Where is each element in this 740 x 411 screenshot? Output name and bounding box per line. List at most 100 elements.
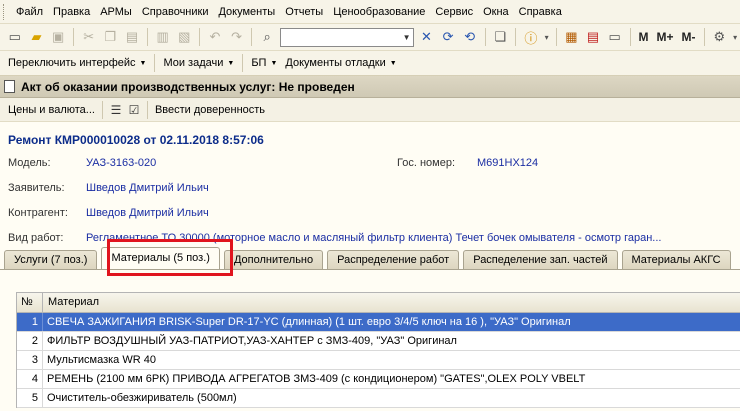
debug-documents-menu[interactable]: Документы отладки ▼ <box>281 57 400 69</box>
new-doc-icon[interactable]: ▭ <box>5 27 25 47</box>
search-dropdown-icon[interactable]: ▼ <box>401 33 413 42</box>
toolbar-separator <box>199 28 201 46</box>
debug-documents-label: Документы отладки <box>285 57 386 69</box>
materials-table: № Материал 1 СВЕЧА ЗАЖИГАНИЯ BRISK-Super… <box>16 292 740 408</box>
row-material: РЕМЕНЬ (2100 мм 6РК) ПРИВОДА АГРЕГАТОВ З… <box>47 373 586 385</box>
menu-arm[interactable]: АРМы <box>95 0 137 24</box>
settings-icon[interactable]: ⚙ <box>710 27 730 47</box>
contractor-value[interactable]: Шведов Дмитрий Ильич <box>86 207 209 219</box>
table-row[interactable]: 2 ФИЛЬТР ВОЗДУШНЫЙ УАЗ-ПАТРИОТ,УАЗ-ХАНТЕ… <box>17 332 740 351</box>
row-material: Мультисмазка WR 40 <box>47 354 156 366</box>
list-view-icon[interactable]: ☰ <box>108 102 124 118</box>
undo-icon[interactable]: ↶ <box>205 27 225 47</box>
document-icon <box>4 80 15 93</box>
plate-value[interactable]: М691НХ124 <box>477 157 538 169</box>
memory-add-button[interactable]: M+ <box>654 27 677 47</box>
clipboard-icon[interactable]: ▭ <box>605 27 625 47</box>
windows-icon[interactable]: ❏ <box>490 27 510 47</box>
row-number: 3 <box>17 351 43 369</box>
document-form: Ремонт КМР000010028 от 02.11.2018 8:57:0… <box>0 122 740 411</box>
chevron-down-icon: ▼ <box>139 59 147 67</box>
annotation-highlight-box <box>107 239 233 276</box>
memory-button[interactable]: M <box>636 27 652 47</box>
print-icon[interactable]: ▥ <box>153 27 173 47</box>
menu-bar: Файл Правка АРМы Справочники Документы О… <box>0 0 740 24</box>
row-material: СВЕЧА ЗАЖИГАНИЯ BRISK-Super DR-17-YC (дл… <box>47 316 571 328</box>
menu-pricing[interactable]: Ценообразование <box>328 0 430 24</box>
open-folder-icon[interactable]: ▰ <box>27 27 47 47</box>
menu-edit[interactable]: Правка <box>48 0 95 24</box>
find-next-icon[interactable]: ⟳ <box>438 27 458 47</box>
power-of-attorney-button[interactable]: Ввести доверенность <box>152 104 268 116</box>
tab-services[interactable]: Услуги (7 поз.) <box>4 250 98 269</box>
my-tasks-button[interactable]: Мои задачи ▼ <box>159 57 238 69</box>
toolbar-separator <box>703 28 705 46</box>
tab-akgs-materials[interactable]: Материалы АКГС <box>621 250 731 269</box>
toolbar-separator <box>629 28 631 46</box>
document-window-title-bar: Акт об оказании производственных услуг: … <box>0 76 740 98</box>
tab-parts-distribution[interactable]: Распеделение зап. частей <box>463 250 618 269</box>
copy-icon[interactable]: ❐ <box>101 27 121 47</box>
row-number: 1 <box>17 313 43 331</box>
document-header: Ремонт КМР000010028 от 02.11.2018 8:57:0… <box>8 133 264 147</box>
toolbar-separator <box>555 28 557 46</box>
menu-reports[interactable]: Отчеты <box>280 0 328 24</box>
chevron-down-icon: ▼ <box>389 59 397 67</box>
main-toolbar: ▭ ▰ ▣ ✂ ❐ ▤ ▥ ▧ ↶ ↷ ⌕ ▼ ✕ ⟳ ⟲ ❏ ⓘ ▾ ▦ ▤ … <box>0 24 740 51</box>
search-icon[interactable]: ⌕ <box>257 27 277 47</box>
contractor-label: Контрагент: <box>8 207 68 219</box>
switch-interface-button[interactable]: Переключить интерфейс ▼ <box>4 57 150 69</box>
menu-service[interactable]: Сервис <box>430 0 478 24</box>
table-row[interactable]: 3 Мультисмазка WR 40 <box>17 351 740 370</box>
model-label: Модель: <box>8 157 51 169</box>
menu-file[interactable]: Файл <box>11 0 48 24</box>
bp-label: БП <box>251 57 267 69</box>
save-icon[interactable]: ▣ <box>48 27 68 47</box>
row-number: 2 <box>17 332 43 350</box>
switch-interface-label: Переключить интерфейс <box>8 57 136 69</box>
checklist-icon[interactable]: ☑ <box>126 102 142 118</box>
chevron-down-icon[interactable]: ▾ <box>731 27 739 47</box>
prices-currency-button[interactable]: Цены и валюта... <box>5 104 98 116</box>
applicant-label: Заявитель: <box>8 182 65 194</box>
row-material: Очиститель-обезжириватель (500мл) <box>47 392 237 404</box>
column-header-material[interactable]: Материал <box>43 293 740 312</box>
applicant-value[interactable]: Шведов Дмитрий Ильич <box>86 182 209 194</box>
calculator-icon[interactable]: ▦ <box>562 27 582 47</box>
table-row[interactable]: 4 РЕМЕНЬ (2100 мм 6РК) ПРИВОДА АГРЕГАТОВ… <box>17 370 740 389</box>
panel-separator <box>242 54 244 72</box>
clear-search-icon[interactable]: ✕ <box>417 27 437 47</box>
row-material: ФИЛЬТР ВОЗДУШНЫЙ УАЗ-ПАТРИОТ,УАЗ-ХАНТЕР … <box>47 335 457 347</box>
toolbar-separator <box>484 28 486 46</box>
redo-icon[interactable]: ↷ <box>227 27 247 47</box>
tab-work-distribution[interactable]: Распределение работ <box>327 250 460 269</box>
chevron-down-icon: ▼ <box>270 59 278 67</box>
calendar-icon[interactable]: ▤ <box>583 27 603 47</box>
info-icon[interactable]: ⓘ <box>521 27 541 47</box>
find-prev-icon[interactable]: ⟲ <box>460 27 480 47</box>
tab-additional[interactable]: Дополнительно <box>223 250 324 269</box>
bp-menu[interactable]: БП ▼ <box>247 57 281 69</box>
print-preview-icon[interactable]: ▧ <box>174 27 194 47</box>
memory-subtract-button[interactable]: M- <box>679 27 699 47</box>
table-row[interactable]: 5 Очиститель-обезжириватель (500мл) <box>17 389 740 408</box>
menu-windows[interactable]: Окна <box>478 0 514 24</box>
form-action-bar: Цены и валюта... ☰ ☑ Ввести доверенность <box>0 98 740 122</box>
row-number: 4 <box>17 370 43 388</box>
panel-bar: Переключить интерфейс ▼ Мои задачи ▼ БП … <box>0 51 740 76</box>
toolbar-separator <box>515 28 517 46</box>
window-title: Акт об оказании производственных услуг: … <box>21 79 355 94</box>
cut-icon[interactable]: ✂ <box>79 27 99 47</box>
menu-documents[interactable]: Документы <box>213 0 280 24</box>
menu-references[interactable]: Справочники <box>137 0 214 24</box>
row-number: 5 <box>17 389 43 407</box>
paste-icon[interactable]: ▤ <box>122 27 142 47</box>
model-value[interactable]: УАЗ-3163-020 <box>86 157 156 169</box>
menu-help[interactable]: Справка <box>514 0 567 24</box>
table-header: № Материал <box>17 293 740 313</box>
chevron-down-icon[interactable]: ▾ <box>543 27 551 47</box>
search-input[interactable]: ▼ <box>279 27 414 47</box>
menubar-grip <box>3 3 7 20</box>
column-header-number[interactable]: № <box>17 293 43 312</box>
table-row[interactable]: 1 СВЕЧА ЗАЖИГАНИЯ BRISK-Super DR-17-YC (… <box>17 313 740 332</box>
